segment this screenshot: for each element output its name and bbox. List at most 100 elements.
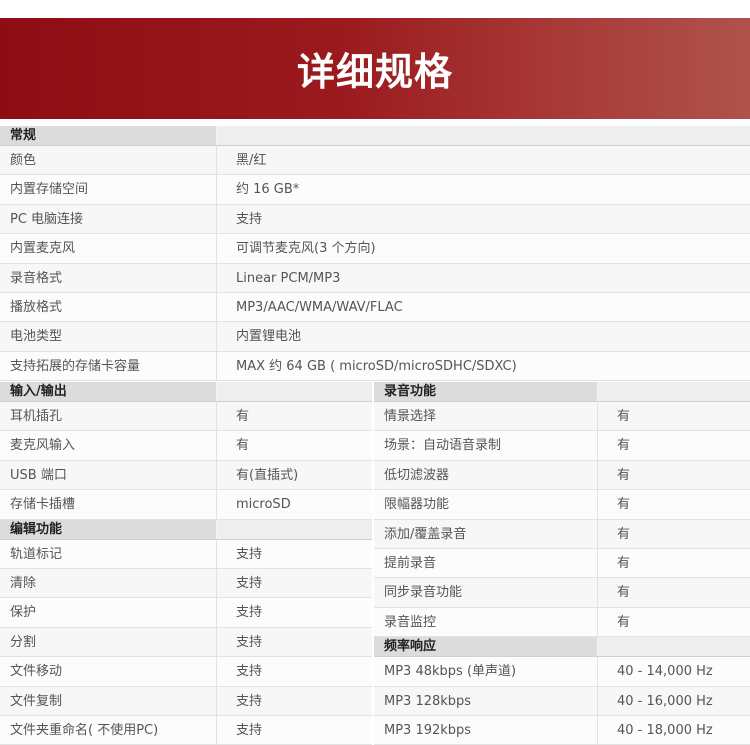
spec-label: 添加/覆盖录音 <box>374 519 598 548</box>
spec-value: 支持 <box>236 546 263 562</box>
header-banner: 详细规格 <box>0 18 750 119</box>
section-header: 常规 <box>0 126 750 146</box>
spec-label: 颜色 <box>0 146 217 175</box>
spec-label: 低切滤波器 <box>374 460 598 490</box>
table-row: 支持拓展的存储卡容量 MAX 约 64 GB ( microSD/microSDH… <box>0 351 750 382</box>
table-row: 录音格式 Linear PCM/MP3 <box>0 263 750 293</box>
spec-label: 文件移动 <box>0 657 217 686</box>
table-row: 低切滤波器 有 <box>374 460 750 491</box>
table-row: 文件夹重命名( 不使用PC) 支持 <box>0 715 372 745</box>
spec-value: MP3/AAC/WMA/WAV/FLAC <box>236 299 403 315</box>
spec-value: 有 <box>617 497 631 513</box>
section-title: 频率响应 <box>374 637 598 657</box>
spec-value: 有 <box>617 438 631 454</box>
spec-label: 文件夹重命名( 不使用PC) <box>0 715 217 745</box>
spec-value: 支持 <box>236 664 263 680</box>
spec-value: 40 - 14,000 Hz <box>617 664 713 680</box>
section-title: 输入/输出 <box>0 382 217 401</box>
section-header: 编辑功能 <box>0 519 372 540</box>
spec-value: 有(直插式) <box>236 467 299 483</box>
spec-label: 限幅器功能 <box>374 490 598 519</box>
table-row: 存储卡插槽 microSD <box>0 490 372 520</box>
spec-value: 支持 <box>236 634 263 650</box>
spec-value: 有 <box>617 585 631 601</box>
page-title: 详细规格 <box>296 50 453 94</box>
spec-label: 分割 <box>0 627 217 657</box>
spec-value: 有 <box>617 526 631 542</box>
spec-value: microSD <box>236 497 291 513</box>
table-row: PC 电脑连接 支持 <box>0 204 750 235</box>
spec-label: 内置存储空间 <box>0 175 217 204</box>
section-title: 常规 <box>0 126 217 145</box>
spec-label: 播放格式 <box>0 292 217 322</box>
spec-label: 提前录音 <box>374 548 598 578</box>
table-row: 文件移动 支持 <box>0 657 372 687</box>
spec-label: 文件复制 <box>0 686 217 715</box>
spec-value: Linear PCM/MP3 <box>236 270 341 286</box>
spec-value: 40 - 18,000 Hz <box>617 722 713 738</box>
spec-label: USB 端口 <box>0 460 217 490</box>
table-row: 电池类型 内置锂电池 <box>0 322 750 352</box>
spec-value: 支持 <box>236 575 263 591</box>
spec-label: MP3 192kbps <box>374 715 598 745</box>
table-row: 轨道标记 支持 <box>0 539 372 569</box>
table-row: MP3 128kbps 40 - 16,000 Hz <box>374 686 750 716</box>
section-title: 录音功能 <box>374 382 598 401</box>
table-row: 颜色 黑/红 <box>0 146 750 176</box>
table-row: 添加/覆盖录音 有 <box>374 519 750 549</box>
spec-value: 有 <box>236 438 250 454</box>
spec-value: 有 <box>236 409 250 424</box>
table-row: MP3 192kbps 40 - 18,000 Hz <box>374 715 750 745</box>
spec-value: 有 <box>617 409 631 424</box>
spec-label: 内置麦克风 <box>0 234 217 263</box>
spec-label: 电池类型 <box>0 322 217 351</box>
spec-label: 麦克风输入 <box>0 431 217 460</box>
spec-value: 支持 <box>236 605 263 621</box>
spec-label: PC 电脑连接 <box>0 204 217 234</box>
spec-value: 黑/红 <box>236 153 267 168</box>
table-row: 麦克风输入 有 <box>0 431 372 461</box>
spec-label: MP3 128kbps <box>374 686 598 715</box>
table-row: 播放格式 MP3/AAC/WMA/WAV/FLAC <box>0 292 750 323</box>
spec-value: 40 - 16,000 Hz <box>617 693 713 709</box>
spec-label: MP3 48kbps (单声道) <box>374 657 598 686</box>
table-row: 耳机插孔 有 <box>0 402 372 432</box>
table-row: 清除 支持 <box>0 568 372 599</box>
section-title: 编辑功能 <box>0 519 217 539</box>
table-row: 情景选择 有 <box>374 402 750 432</box>
table-row: 提前录音 有 <box>374 548 750 579</box>
spec-value: 内置锂电池 <box>236 329 302 345</box>
section-general: 常规 颜色 黑/红 内置存储空间 约 16 GB* PC 电脑连接 支持 内置麦克风 可… <box>0 126 750 382</box>
spec-value: 有 <box>617 555 631 571</box>
table-row: 场景：自动语音录制 有 <box>374 431 750 461</box>
spec-value: 约 16 GB* <box>236 182 300 198</box>
section-header: 频率响应 <box>374 637 750 658</box>
spec-value: 可调节麦克风(3 个方向) <box>236 241 376 257</box>
left-column: 输入/输出 耳机插孔有 麦克风输入有 USB 端口 有(直插式) 存储卡插槽 mic… <box>0 382 372 745</box>
spec-label: 录音格式 <box>0 263 217 292</box>
spec-label: 情景选择 <box>374 402 598 431</box>
table-row: 保护 支持 <box>0 598 372 628</box>
spec-label: 耳机插孔 <box>0 402 217 431</box>
spec-label: 保护 <box>0 598 217 627</box>
spec-label: 支持拓展的存储卡容量 <box>0 351 217 381</box>
spec-label: 存储卡插槽 <box>0 490 217 519</box>
spec-label: 轨道标记 <box>0 539 217 568</box>
table-row: MP3 48kbps (单声道) 40 - 14,000 Hz <box>374 657 750 687</box>
spec-label: 同步录音功能 <box>374 578 598 607</box>
table-row: 限幅器功能 有 <box>374 490 750 520</box>
spec-value: 有 <box>617 614 631 630</box>
spec-value: 支持 <box>236 722 263 738</box>
table-row: 录音监控 有 <box>374 607 750 638</box>
right-column: 录音功能 情景选择有 场景：自动语音录制有 低切滤波器有 限幅器功能有 添加/覆… <box>374 382 750 745</box>
spec-value: MAX 约 64 GB ( microSD/microSDHC/SDXC) <box>236 358 517 374</box>
table-row: 文件复制 支持 <box>0 686 372 716</box>
spec-label: 场景：自动语音录制 <box>374 431 598 460</box>
spec-value: 支持 <box>236 211 263 227</box>
table-row: USB 端口 有(直插式) <box>0 460 372 491</box>
table-row: 同步录音功能 有 <box>374 578 750 608</box>
table-row: 分割 支持 <box>0 627 372 658</box>
section-header: 录音功能 <box>374 382 750 402</box>
spec-value: 支持 <box>236 693 263 709</box>
spec-label: 清除 <box>0 568 217 598</box>
